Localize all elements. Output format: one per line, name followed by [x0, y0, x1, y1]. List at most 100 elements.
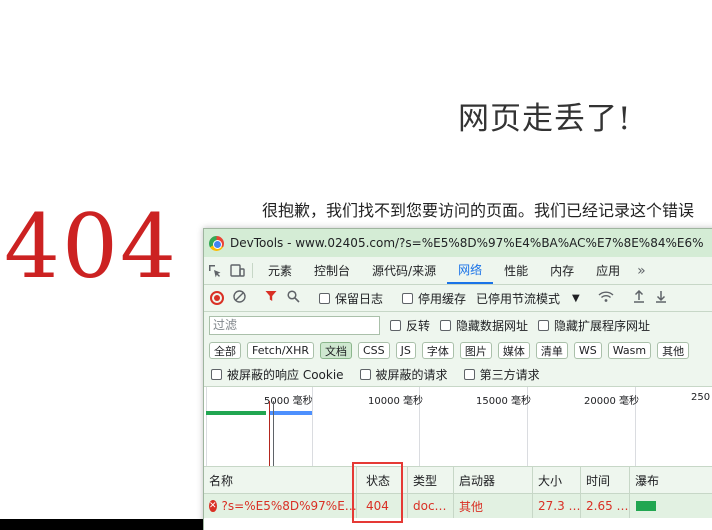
table-row[interactable]: ✕ ?s=%E5%8D%97%E… 404 doc… 其他 27.3 … 2.6…: [204, 494, 712, 518]
preserve-log-label: 保留日志: [335, 291, 384, 306]
type-filter-wasm[interactable]: Wasm: [607, 342, 652, 359]
tab-elements[interactable]: 元素: [257, 257, 303, 284]
tab-sources[interactable]: 源代码/来源: [361, 257, 447, 284]
hide-extension-urls-box[interactable]: [538, 319, 550, 331]
third-party-requests-box[interactable]: [463, 369, 475, 380]
type-filter-fetch-xhr[interactable]: Fetch/XHR: [247, 342, 314, 359]
hide-data-urls-box[interactable]: [440, 319, 452, 331]
type-filter-media[interactable]: 媒体: [497, 342, 530, 359]
throttling-value: 已停用节流模式: [476, 291, 561, 306]
devtools-titlebar[interactable]: DevTools - www.02405.com/?s=%E5%8D%97%E4…: [204, 229, 712, 257]
hide-extension-urls-checkbox[interactable]: 隐藏扩展程序网址: [538, 317, 650, 334]
clear-icon[interactable]: [233, 289, 246, 307]
blocked-filters-row: 被屏蔽的响应 Cookie 被屏蔽的请求 第三方请求: [204, 363, 712, 387]
type-filter-all[interactable]: 全部: [209, 342, 241, 359]
column-header-waterfall[interactable]: 瀑布: [630, 467, 710, 494]
invert-box[interactable]: [390, 319, 401, 331]
request-initiator-cell[interactable]: 其他: [454, 494, 532, 518]
throttling-select[interactable]: 已停用节流模式 ▼: [476, 290, 590, 307]
type-filter-css[interactable]: CSS: [357, 342, 390, 359]
tab-application[interactable]: 应用: [585, 257, 631, 284]
devtools-title: DevTools - www.02405.com/?s=%E5%8D%97%E4…: [230, 236, 704, 250]
request-name-cell[interactable]: ✕ ?s=%E5%8D%97%E…: [204, 494, 357, 518]
third-party-requests-label: 第三方请求: [479, 368, 540, 382]
inspect-element-icon[interactable]: [204, 257, 226, 284]
network-overview[interactable]: 5000 毫秒 10000 毫秒 15000 毫秒 20000 毫秒 250: [204, 387, 712, 467]
page-heading: 网页走丢了!: [458, 101, 632, 137]
overview-tick-label: 15000 毫秒: [476, 396, 531, 407]
overview-load-marker: [269, 401, 270, 466]
type-filter-doc[interactable]: 文档: [319, 342, 352, 359]
type-filter-font[interactable]: 字体: [421, 342, 454, 359]
resource-type-filters: 全部 Fetch/XHR 文档 CSS JS 字体 图片 媒体 清单 WS Wa…: [204, 338, 712, 363]
waterfall-bar: [636, 501, 656, 511]
invert-checkbox[interactable]: 反转: [390, 317, 430, 334]
preserve-log-box[interactable]: [319, 292, 330, 304]
search-icon[interactable]: [287, 289, 300, 307]
overview-dom-marker: [273, 401, 274, 466]
overview-gridline: [206, 387, 207, 466]
error-icon: ✕: [209, 500, 217, 512]
chevron-down-icon: ▼: [572, 292, 580, 304]
type-filter-manifest[interactable]: 清单: [535, 342, 568, 359]
more-tabs-icon[interactable]: »: [631, 257, 652, 284]
blocked-response-cookies-label: 被屏蔽的响应 Cookie: [227, 368, 344, 382]
overview-request-bar: [270, 411, 312, 415]
column-header-initiator[interactable]: 启动器: [454, 467, 532, 494]
hide-extension-urls-label: 隐藏扩展程序网址: [554, 318, 651, 333]
devtools-window: DevTools - www.02405.com/?s=%E5%8D%97%E4…: [203, 228, 712, 530]
overview-tick-label: 5000 毫秒: [264, 396, 313, 407]
hide-data-urls-label: 隐藏数据网址: [456, 318, 529, 333]
bottom-bar: [0, 519, 205, 530]
disable-cache-box[interactable]: [402, 292, 414, 304]
blocked-response-cookies-box[interactable]: [211, 369, 222, 380]
request-table-header: 名称 状态 类型 启动器 大小 时间 瀑布: [204, 467, 712, 494]
column-divider: [629, 494, 630, 518]
column-header-time[interactable]: 时间: [581, 467, 629, 494]
column-header-size[interactable]: 大小: [533, 467, 580, 494]
tab-console[interactable]: 控制台: [303, 257, 361, 284]
column-header-type[interactable]: 类型: [408, 467, 453, 494]
tab-performance[interactable]: 性能: [493, 257, 539, 284]
column-header-status[interactable]: 状态: [361, 467, 409, 494]
column-header-name[interactable]: 名称: [204, 467, 352, 494]
tabbar-divider: [252, 263, 253, 278]
invert-label: 反转: [406, 318, 431, 333]
disable-cache-label: 停用缓存: [418, 291, 467, 306]
request-size-cell: 27.3 …: [538, 499, 581, 513]
panel-tabbar: 元素 控制台 源代码/来源 网络 性能 内存 应用 »: [204, 257, 712, 285]
disable-cache-checkbox[interactable]: 停用缓存: [402, 290, 466, 307]
tab-network[interactable]: 网络: [447, 257, 494, 284]
overview-request-bar: [206, 411, 266, 415]
blocked-requests-label: 被屏蔽的请求: [375, 368, 448, 382]
type-filter-other[interactable]: 其他: [657, 342, 690, 359]
tab-memory[interactable]: 内存: [539, 257, 585, 284]
third-party-requests-checkbox[interactable]: 第三方请求: [463, 366, 540, 383]
type-filter-img[interactable]: 图片: [459, 342, 492, 359]
filter-input[interactable]: [209, 315, 380, 335]
column-divider: [356, 494, 357, 518]
device-toolbar-icon[interactable]: [226, 257, 248, 284]
blocked-response-cookies-checkbox[interactable]: 被屏蔽的响应 Cookie: [211, 366, 344, 383]
filter-icon[interactable]: [265, 290, 277, 306]
network-conditions-icon[interactable]: [598, 290, 614, 307]
column-divider[interactable]: [356, 467, 357, 494]
export-har-icon[interactable]: [655, 290, 667, 307]
request-status-cell: 404: [366, 499, 389, 513]
stop-recording-icon[interactable]: [210, 291, 224, 305]
page-message: 很抱歉，我们找不到您要访问的页面。我们已经记录这个错误: [262, 201, 695, 220]
type-filter-ws[interactable]: WS: [573, 342, 602, 359]
preserve-log-checkbox[interactable]: 保留日志: [319, 290, 383, 307]
hide-data-urls-checkbox[interactable]: 隐藏数据网址: [440, 317, 528, 334]
overview-tick-label: 250: [691, 392, 711, 403]
type-filter-js[interactable]: JS: [395, 342, 416, 359]
overview-tick-label: 10000 毫秒: [368, 396, 423, 407]
import-har-icon[interactable]: [633, 289, 645, 307]
request-name: ?s=%E5%8D%97%E…: [221, 499, 357, 513]
filter-row: 反转 隐藏数据网址 隐藏扩展程序网址: [204, 312, 712, 338]
request-type-cell: doc…: [413, 499, 447, 513]
overview-tick-label: 20000 毫秒: [584, 396, 639, 407]
blocked-requests-box[interactable]: [359, 369, 371, 380]
chrome-logo-icon: [209, 235, 224, 251]
blocked-requests-checkbox[interactable]: 被屏蔽的请求: [359, 366, 448, 383]
